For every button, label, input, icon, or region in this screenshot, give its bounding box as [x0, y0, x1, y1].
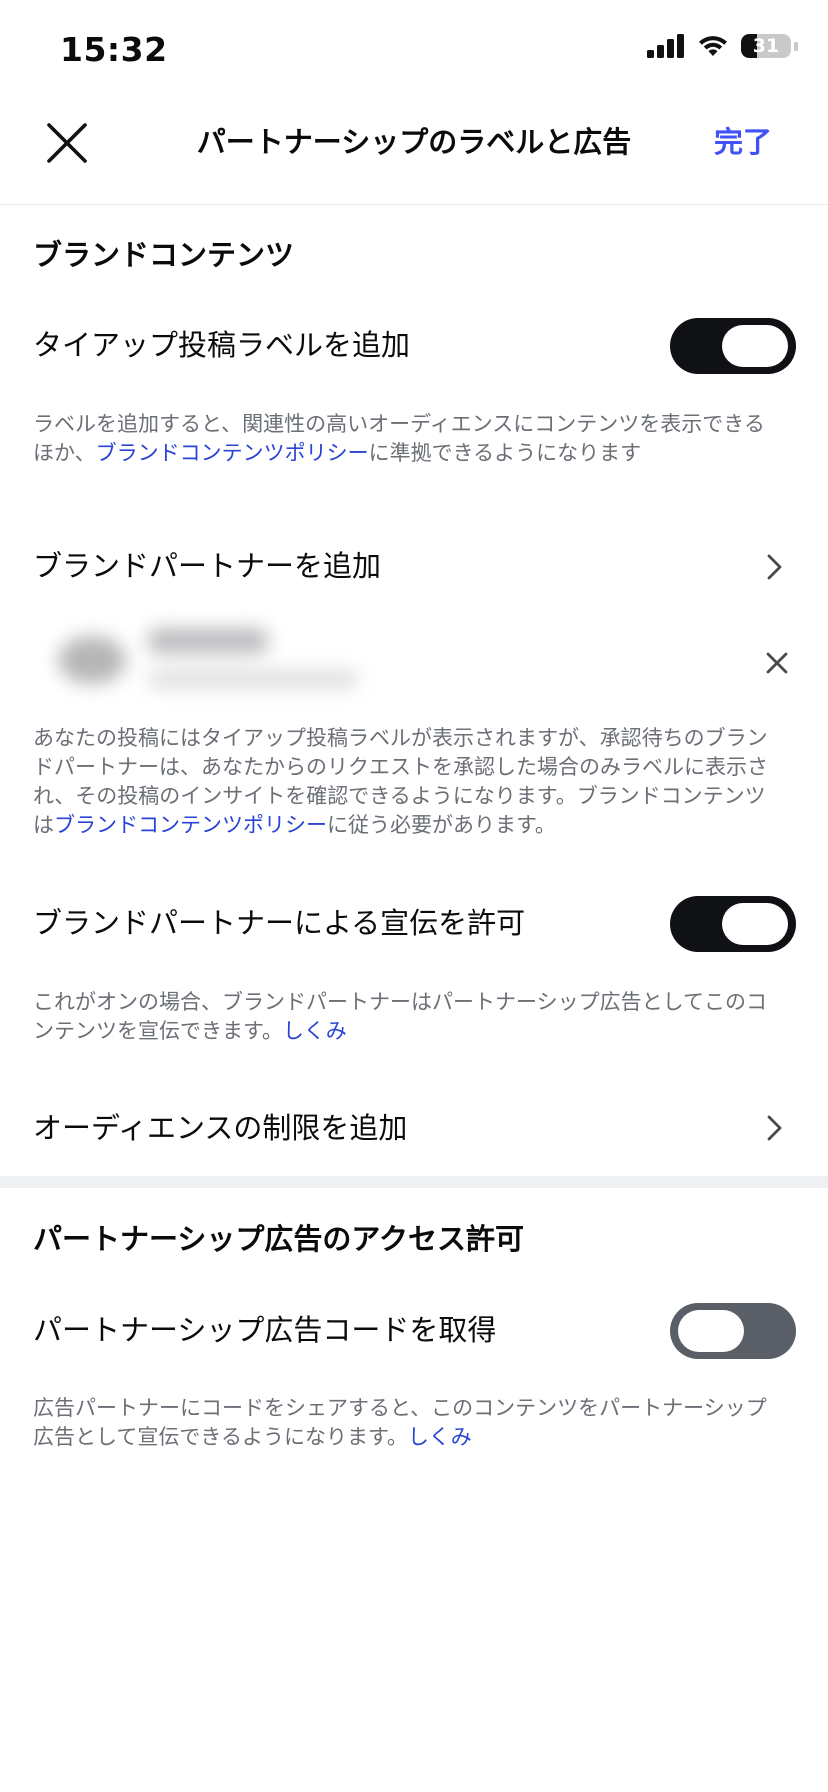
partner-promotion-description: これがオンの場合、ブランドパートナーはパートナーシップ広告としてこのコンテンツを… [33, 988, 783, 1046]
section-divider [0, 1176, 828, 1188]
audience-restriction-row[interactable]: オーディエンスの制限を追加 [33, 1108, 407, 1148]
done-button[interactable]: 完了 [714, 120, 772, 164]
how-it-works-link[interactable]: しくみ [283, 1019, 347, 1043]
status-bar: 15:32 31 [0, 0, 828, 100]
page-title: パートナーシップのラベルと広告 [196, 125, 632, 159]
battery-percent: 31 [752, 35, 780, 57]
brand-partner-chip [28, 608, 358, 712]
close-icon [47, 123, 87, 163]
description-text: 広告パートナーにコードをシェアすると、このコンテンツをパートナーシップ広告として… [33, 1396, 767, 1449]
paid-partnership-label-toggle[interactable] [670, 318, 796, 374]
paid-partnership-label-row: タイアップ投稿ラベルを追加 [33, 328, 411, 362]
description-text: これがオンの場合、ブランドパートナーはパートナーシップ広告としてこのコンテンツを… [33, 990, 767, 1043]
section-heading-partnership-ads: パートナーシップ広告のアクセス許可 [33, 1222, 524, 1256]
paid-partnership-description: ラベルを追加すると、関連性の高いオーディエンスにコンテンツを表示できるほか、ブラ… [33, 410, 783, 468]
branded-content-policy-link[interactable]: ブランドコンテンツポリシー [96, 441, 369, 465]
status-icons: 31 [647, 34, 798, 58]
wifi-icon [699, 36, 727, 56]
how-it-works-link[interactable]: しくみ [408, 1425, 472, 1449]
toggle-knob [678, 1310, 744, 1352]
remove-partner-close-icon[interactable] [762, 648, 792, 678]
add-brand-partner-row[interactable]: ブランドパートナーを追加 [33, 546, 381, 586]
partner-handle-placeholder [148, 670, 358, 688]
signal-icon [647, 34, 684, 58]
partner-name-placeholder [148, 628, 268, 654]
description-text: に従う必要があります。 [327, 813, 556, 837]
status-time: 15:32 [60, 30, 168, 69]
close-button[interactable] [38, 114, 96, 172]
allow-partner-promotion-toggle[interactable] [670, 896, 796, 952]
section-heading-branded-content: ブランドコンテンツ [33, 238, 295, 272]
battery-icon: 31 [741, 34, 791, 58]
toggle-knob [722, 903, 788, 945]
get-ad-code-row: パートナーシップ広告コードを取得 [33, 1313, 497, 1347]
get-ad-code-toggle[interactable] [670, 1303, 796, 1359]
ad-code-description: 広告パートナーにコードをシェアすると、このコンテンツをパートナーシップ広告として… [33, 1394, 783, 1452]
chevron-right-icon[interactable] [760, 1114, 788, 1142]
allow-partner-promotion-row: ブランドパートナーによる宣伝を許可 [33, 906, 526, 940]
description-text: に準拠できるようになります [368, 441, 642, 465]
chevron-right-icon[interactable] [760, 553, 788, 581]
battery-tip [794, 41, 798, 51]
branded-content-policy-link[interactable]: ブランドコンテンツポリシー [54, 813, 327, 837]
nav-header: パートナーシップのラベルと広告 完了 [0, 100, 828, 205]
avatar [58, 636, 126, 684]
toggle-knob [722, 325, 788, 367]
brand-partner-description: あなたの投稿にはタイアップ投稿ラベルが表示されますが、承認待ちのブランドパートナ… [33, 724, 783, 840]
